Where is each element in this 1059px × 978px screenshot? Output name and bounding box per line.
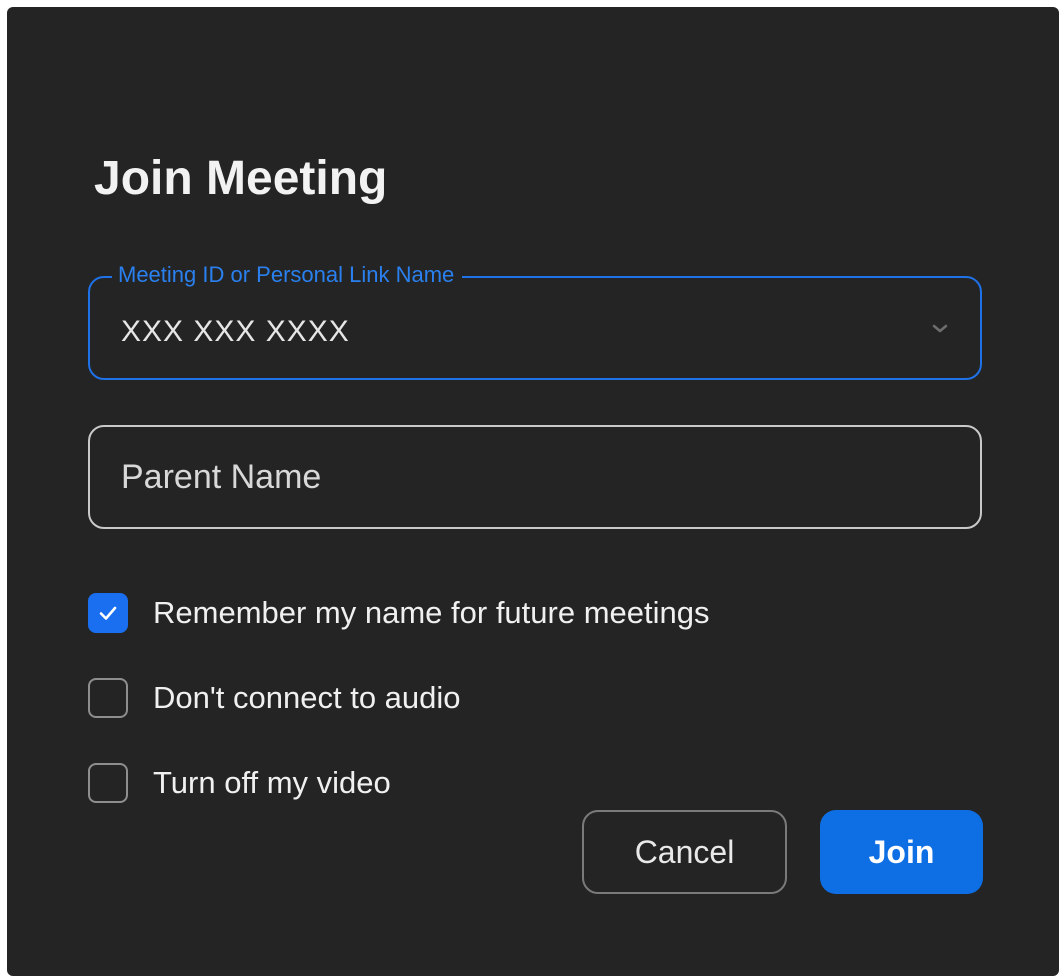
- video-off-checkbox[interactable]: [88, 763, 128, 803]
- name-field[interactable]: [88, 425, 982, 529]
- name-input[interactable]: [121, 451, 921, 503]
- no-audio-option[interactable]: Don't connect to audio: [88, 676, 461, 720]
- no-audio-checkbox[interactable]: [88, 678, 128, 718]
- remember-name-label: Remember my name for future meetings: [153, 595, 710, 630]
- video-off-option[interactable]: Turn off my video: [88, 761, 391, 805]
- no-audio-label: Don't connect to audio: [153, 680, 461, 715]
- checkmark-icon: [99, 606, 117, 620]
- meeting-id-combobox[interactable]: Meeting ID or Personal Link Name XXX XXX…: [88, 260, 982, 380]
- remember-name-checkbox[interactable]: [88, 593, 128, 633]
- chevron-down-icon[interactable]: [928, 316, 952, 340]
- video-off-label: Turn off my video: [153, 765, 391, 800]
- join-button[interactable]: Join: [820, 810, 983, 894]
- cancel-button[interactable]: Cancel: [582, 810, 787, 894]
- meeting-id-label: Meeting ID or Personal Link Name: [112, 260, 463, 290]
- join-meeting-dialog: Join Meeting Meeting ID or Personal Link…: [7, 7, 1059, 976]
- remember-name-option[interactable]: Remember my name for future meetings: [88, 591, 710, 635]
- dialog-title: Join Meeting: [94, 152, 388, 205]
- meeting-id-value[interactable]: XXX XXX XXXX: [121, 312, 350, 352]
